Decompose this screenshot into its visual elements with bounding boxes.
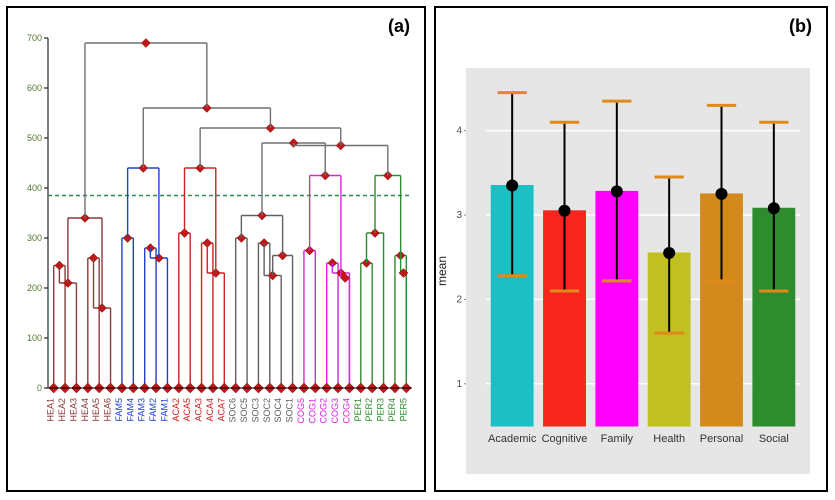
figure-wrap: (a) 0100200300400500600700HEA1HEA2HEA3HE… (0, 0, 835, 500)
y-tick-label: 2 (456, 294, 462, 305)
category-label: Health (653, 433, 685, 445)
leaf-label: FAM5 (114, 398, 124, 422)
dendrogram-svg: 0100200300400500600700HEA1HEA2HEA3HEA4HE… (8, 8, 422, 488)
category-label: Personal (700, 433, 743, 445)
category-label: Social (759, 433, 789, 445)
panel-b: (b) 1 2 3 4 mean Academic Cognitive Family Healt… (434, 6, 828, 492)
leaf-label: PER3 (376, 398, 386, 422)
leaf-label: COG4 (341, 398, 351, 424)
leaf-label: PER4 (387, 398, 397, 422)
leaf-label: COG3 (330, 398, 340, 424)
mean-point (663, 247, 675, 259)
leaf-label: SOC2 (262, 398, 272, 423)
leaf-label: HEA1 (46, 398, 56, 422)
panel-b-label: (b) (789, 16, 812, 37)
mean-point (506, 179, 518, 191)
leaf-label: SOC4 (273, 398, 283, 423)
category-label: Academic (488, 433, 537, 445)
leaf-label: SOC6 (228, 398, 238, 423)
leaf-label: HEA6 (103, 398, 113, 422)
leaf-label: ACA3 (194, 398, 204, 422)
y-tick-label: 0 (37, 383, 42, 393)
leaf-label: ACA7 (216, 398, 226, 422)
y-tick-label: 1 (456, 379, 462, 390)
y-tick-label: 3 (456, 210, 462, 221)
y-tick-label: 400 (27, 183, 42, 193)
leaf-label: HEA2 (57, 398, 67, 422)
leaf-label: FAM1 (159, 398, 169, 422)
leaf-label: SOC5 (239, 398, 249, 423)
panel-a: (a) 0100200300400500600700HEA1HEA2HEA3HE… (6, 6, 426, 492)
mean-point (768, 202, 780, 214)
leaf-label: COG5 (296, 398, 306, 424)
leaf-label: ACA5 (182, 398, 192, 422)
leaf-label: ACA2 (171, 398, 181, 422)
y-tick-label: 200 (27, 283, 42, 293)
leaf-label: ACA4 (205, 398, 215, 422)
leaf-label: FAM2 (148, 398, 158, 422)
category-label: Family (601, 433, 634, 445)
leaf-label: SOC3 (250, 398, 260, 423)
category-label: Cognitive (542, 433, 588, 445)
leaf-label: HEA5 (91, 398, 101, 422)
leaf-label: FAM3 (137, 398, 147, 422)
y-tick-label: 4 (456, 126, 462, 137)
leaf-label: COG2 (319, 398, 329, 424)
y-tick-label: 700 (27, 33, 42, 43)
y-tick-label: 500 (27, 133, 42, 143)
leaf-label: HEA3 (68, 398, 78, 422)
leaf-label: SOC1 (285, 398, 295, 423)
leaf-label: PER2 (364, 398, 374, 422)
y-axis-label: mean (436, 256, 449, 286)
y-tick-label: 300 (27, 233, 42, 243)
leaf-label: COG1 (307, 398, 317, 424)
leaf-label: FAM4 (125, 398, 135, 422)
y-tick-label: 600 (27, 83, 42, 93)
leaf-label: PER5 (398, 398, 408, 422)
mean-point (559, 205, 571, 217)
y-tick-label: 100 (27, 333, 42, 343)
leaf-label: HEA4 (80, 398, 90, 422)
mean-point (716, 188, 728, 200)
panel-a-label: (a) (388, 16, 410, 37)
leaf-label: PER1 (353, 398, 363, 422)
mean-point (611, 185, 623, 197)
barchart-svg: 1 2 3 4 mean Academic Cognitive Family Health Per… (436, 8, 824, 488)
